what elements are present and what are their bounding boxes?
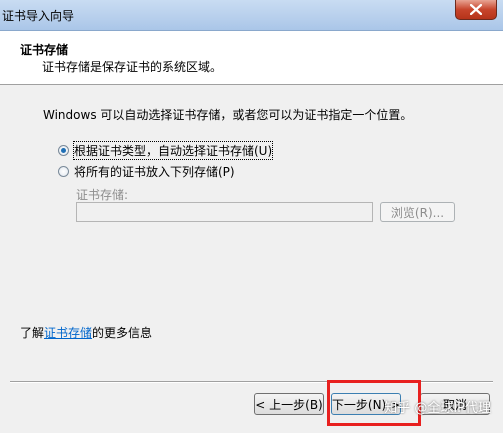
back-button[interactable]: < 上一步(B) — [254, 393, 324, 415]
certificate-store-label: 证书存储: — [76, 188, 129, 202]
certificate-store-field[interactable] — [76, 202, 373, 222]
certificate-store-link[interactable]: 证书存储 — [44, 326, 92, 340]
radio-button-auto[interactable] — [58, 144, 69, 156]
header-subtitle: 证书存储是保存证书的系统区域。 — [42, 60, 223, 74]
learn-more-prefix: 了解 — [20, 326, 45, 340]
close-button[interactable] — [455, 0, 497, 20]
radio-auto-label: 根据证书类型，自动选择证书存储(U) — [72, 140, 274, 160]
radio-auto-select-store[interactable]: 根据证书类型，自动选择证书存储(U) — [58, 140, 274, 160]
radio-manual-label: 将所有的证书放入下列存储(P) — [74, 164, 235, 179]
wizard-header: 证书存储 证书存储是保存证书的系统区域。 — [0, 31, 503, 85]
radio-place-in-store[interactable]: 将所有的证书放入下列存储(P) — [58, 163, 235, 179]
radio-button-manual[interactable] — [58, 165, 69, 177]
certificate-import-wizard-window: 证书导入向导 证书存储 证书存储是保存证书的系统区域。 Windows 可以自动… — [0, 0, 503, 433]
watermark-text: 知乎 @全球IP代理 — [384, 401, 491, 416]
learn-more-suffix: 的更多信息 — [92, 326, 153, 340]
title-bar[interactable]: 证书导入向导 — [0, 0, 503, 31]
store-description: Windows 可以自动选择证书存储，或者您可以为证书指定一个位置。 — [43, 108, 413, 122]
header-title: 证书存储 — [20, 43, 69, 57]
browse-button[interactable]: 浏览(R)... — [380, 202, 455, 222]
learn-more-text: 了解证书存储的更多信息 — [20, 324, 152, 341]
close-icon — [470, 4, 482, 15]
wizard-content: Windows 可以自动选择证书存储，或者您可以为证书指定一个位置。 根据证书类… — [0, 84, 503, 374]
window-title: 证书导入向导 — [2, 9, 75, 23]
